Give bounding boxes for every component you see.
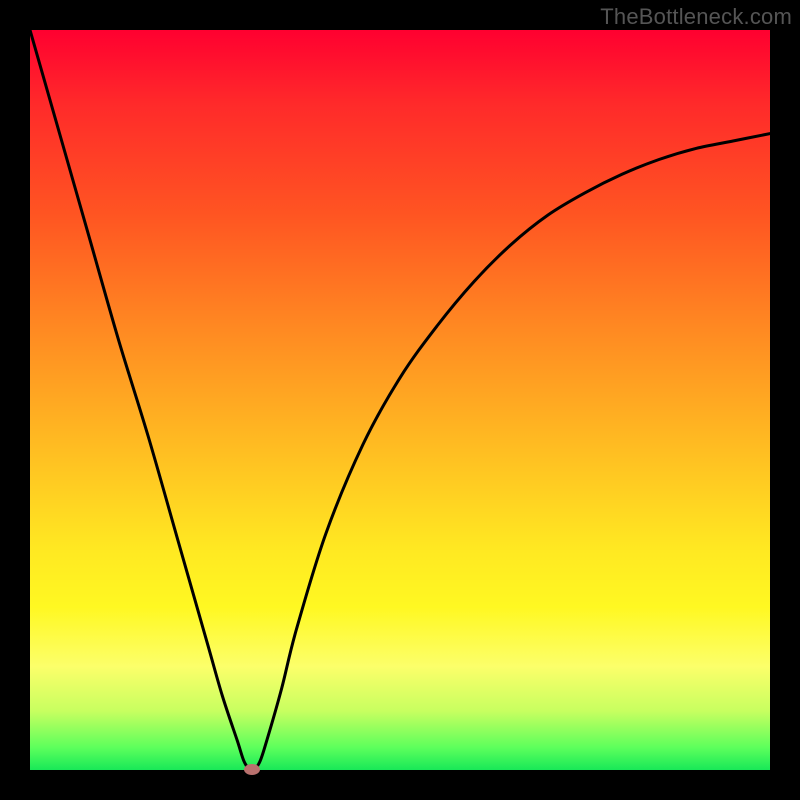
chart-frame: TheBottleneck.com: [0, 0, 800, 800]
plot-area: [30, 30, 770, 770]
minimum-marker: [244, 764, 260, 775]
watermark-label: TheBottleneck.com: [600, 4, 792, 30]
bottleneck-curve: [30, 30, 770, 770]
